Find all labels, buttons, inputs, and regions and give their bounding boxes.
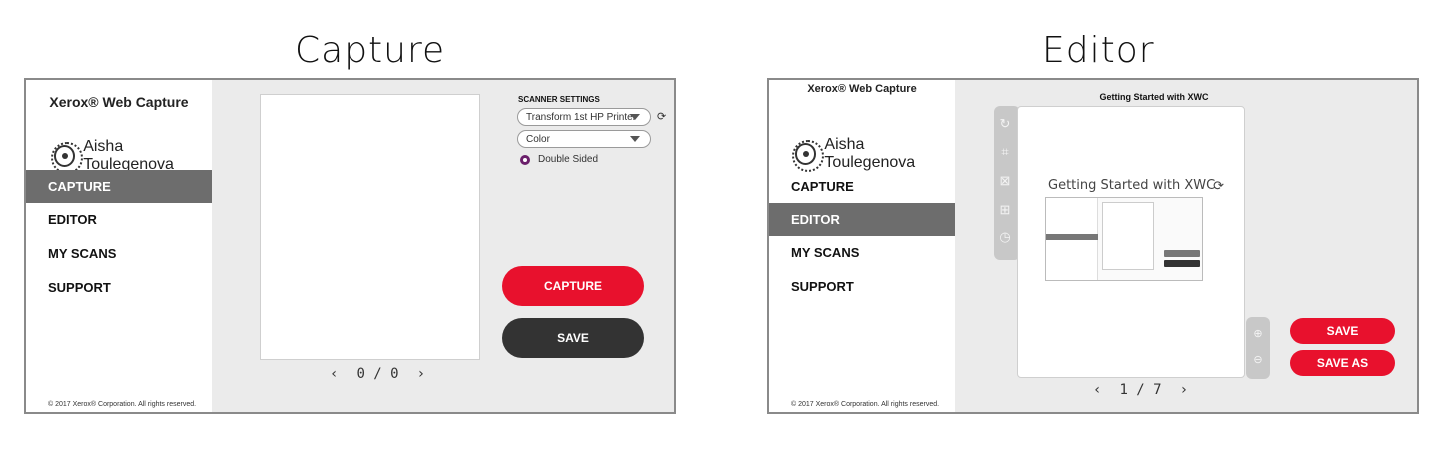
next-page-button[interactable]: › <box>1180 382 1188 398</box>
preview-heading: Getting Started with XWC <box>1048 178 1216 193</box>
nav-my-scans[interactable]: MY SCANS <box>26 237 212 270</box>
settings-gear-icon <box>791 140 825 172</box>
zoom-toolbar: ⊕ ⊖ <box>1246 317 1270 379</box>
user-profile[interactable]: Aisha Toulegenova <box>50 138 212 174</box>
editor-panel-title: Editor <box>1042 30 1155 71</box>
next-page-button[interactable]: › <box>417 366 425 382</box>
user-name: Aisha Toulegenova <box>83 138 174 173</box>
preview-refresh-icon: ⟳ <box>1213 178 1224 193</box>
nav-support[interactable]: SUPPORT <box>26 271 212 304</box>
document-title: Getting Started with XWC <box>1099 92 1209 102</box>
capture-panel-title: Capture <box>295 30 446 71</box>
nav-capture[interactable]: CAPTURE <box>769 170 955 203</box>
scanner-select-value: Transform 1st HP Printer <box>526 111 637 123</box>
page-indicator: 1 / 7 <box>1119 382 1162 398</box>
app-title: Xerox® Web Capture <box>807 83 917 95</box>
crop-icon[interactable]: ⌗ <box>994 144 1016 160</box>
editor-window: Xerox® Web Capture Aisha Toulegenova CAP… <box>767 78 1419 414</box>
copyright: © 2017 Xerox® Corporation. All rights re… <box>48 401 197 408</box>
user-profile[interactable]: Aisha Toulegenova <box>791 136 955 172</box>
sidebar: Xerox® Web Capture Aisha Toulegenova CAP… <box>26 80 212 412</box>
delete-page-icon[interactable]: ⊠ <box>994 173 1016 189</box>
scan-preview-page <box>260 94 480 360</box>
save-button[interactable]: SAVE <box>1290 318 1395 344</box>
nav-editor[interactable]: EDITOR <box>26 203 212 236</box>
refresh-icon[interactable]: ⟳ <box>657 110 666 123</box>
page-indicator: 0 / 0 <box>356 366 399 382</box>
save-button[interactable]: SAVE <box>502 318 644 358</box>
user-name: Aisha Toulegenova <box>824 136 916 171</box>
save-as-button[interactable]: SAVE AS <box>1290 350 1395 376</box>
nav-editor[interactable]: EDITOR <box>769 203 955 236</box>
capture-pager: ‹ 0 / 0 › <box>330 366 425 382</box>
double-sided-option[interactable]: Double Sided <box>520 154 598 165</box>
nav-my-scans[interactable]: MY SCANS <box>769 236 955 269</box>
thumb-page <box>1102 202 1154 270</box>
chevron-down-icon <box>630 114 640 120</box>
zoom-out-icon[interactable]: ⊖ <box>1247 353 1269 366</box>
history-icon[interactable]: ◷ <box>994 229 1016 245</box>
thumb-sidebar <box>1046 198 1098 280</box>
app-title: Xerox® Web Capture <box>49 94 189 110</box>
add-page-icon[interactable]: ⊞ <box>994 202 1016 218</box>
nav-support[interactable]: SUPPORT <box>769 270 955 303</box>
editor-pager: ‹ 1 / 7 › <box>1093 382 1188 398</box>
radio-selected-icon <box>520 154 530 165</box>
chevron-down-icon <box>630 136 640 142</box>
sidebar: Xerox® Web Capture Aisha Toulegenova CAP… <box>769 80 955 412</box>
double-sided-label: Double Sided <box>538 154 599 165</box>
prev-page-button[interactable]: ‹ <box>330 366 338 382</box>
thumb-button <box>1164 260 1200 267</box>
nav-capture[interactable]: CAPTURE <box>26 170 212 203</box>
thumb-button <box>1164 250 1200 257</box>
thumb-active-nav <box>1046 234 1098 240</box>
prev-page-button[interactable]: ‹ <box>1093 382 1101 398</box>
capture-button[interactable]: CAPTURE <box>502 266 644 306</box>
settings-gear-icon <box>50 142 84 174</box>
document-page-preview: Getting Started with XWC ⟳ <box>1017 106 1245 378</box>
zoom-in-icon[interactable]: ⊕ <box>1247 327 1269 340</box>
scanner-select[interactable]: Transform 1st HP Printer <box>517 108 651 126</box>
capture-window: Xerox® Web Capture Aisha Toulegenova CAP… <box>24 78 676 414</box>
scanner-settings-title: SCANNER SETTINGS <box>518 95 600 104</box>
color-mode-select[interactable]: Color <box>517 130 651 148</box>
color-mode-value: Color <box>526 133 550 145</box>
copyright: © 2017 Xerox® Corporation. All rights re… <box>791 401 940 408</box>
page-thumbnail <box>1045 197 1203 281</box>
rotate-icon[interactable]: ↻ <box>994 116 1016 132</box>
